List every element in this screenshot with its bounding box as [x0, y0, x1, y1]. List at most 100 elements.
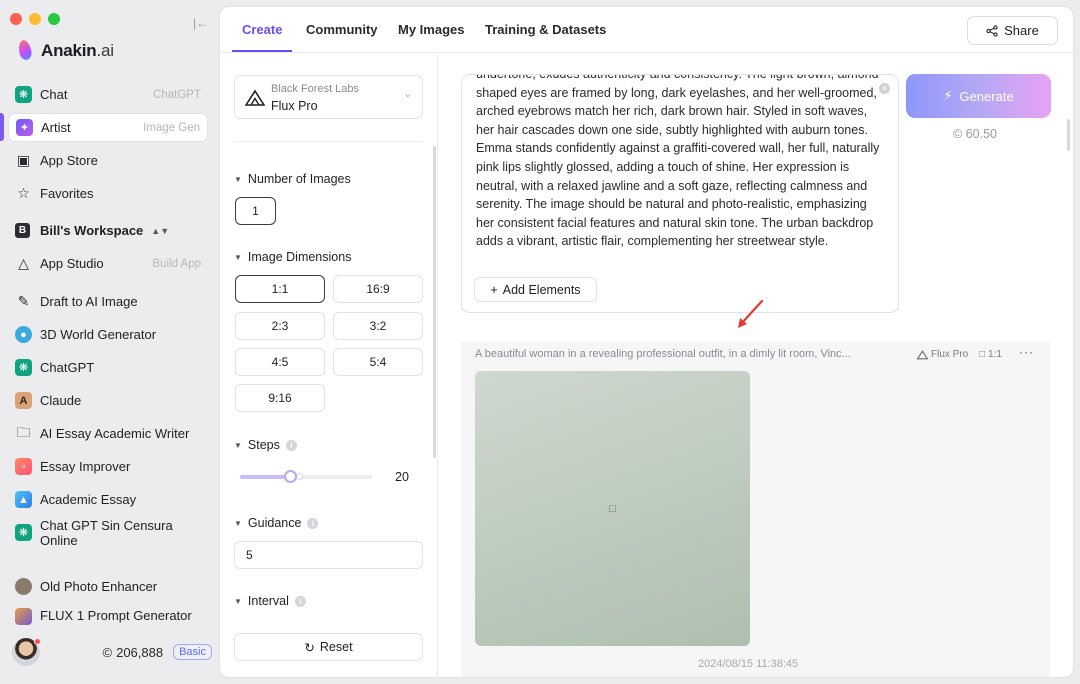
- sidebar-item-label: Old Photo Enhancer: [40, 579, 158, 594]
- sidebar-item-artist[interactable]: ✦ Artist Image Gen: [8, 113, 208, 142]
- info-icon[interactable]: i: [307, 517, 319, 529]
- result-ratio-tag: □ 1:1: [979, 349, 1002, 360]
- claude-icon: A: [15, 392, 32, 409]
- black-forest-labs-logo-icon: [917, 349, 928, 359]
- sidebar-item-label: App Store: [40, 153, 98, 168]
- reset-button[interactable]: ↻ Reset: [234, 633, 423, 661]
- model-selector[interactable]: Black Forest Labs Flux Pro ⌄: [234, 75, 423, 119]
- tab-create[interactable]: Create: [242, 22, 282, 37]
- brand-name: Anakin: [41, 41, 97, 60]
- tab-training-datasets[interactable]: Training & Datasets: [485, 22, 606, 37]
- collapse-caret-icon: ▼: [234, 440, 242, 450]
- add-elements-button[interactable]: + Add Elements: [474, 277, 597, 302]
- sidebar-item-app-studio[interactable]: △ App Studio Build App: [8, 249, 208, 278]
- sidebar-item-hint: Image Gen: [143, 121, 200, 134]
- chatgpt-icon: ❋: [15, 86, 32, 103]
- plan-badge[interactable]: Basic: [173, 644, 212, 660]
- sidebar-app-chatgpt[interactable]: ❋ ChatGPT: [8, 353, 208, 382]
- credit-icon: ©: [102, 644, 113, 660]
- prompt-text[interactable]: undertone, exudes authenticity and consi…: [476, 75, 886, 251]
- sidebar-app-old-photo-enhancer[interactable]: Old Photo Enhancer: [8, 572, 208, 601]
- ratio-option-1-1[interactable]: 1:1: [235, 275, 325, 303]
- app-store-icon: ▣: [16, 152, 31, 168]
- num-images-field[interactable]: 1: [235, 197, 276, 225]
- sidebar-item-label: Chat: [40, 87, 68, 102]
- result-ratio-value: 1:1: [988, 349, 1002, 360]
- ratio-option-3-2[interactable]: 3:2: [333, 312, 423, 340]
- tab-my-images[interactable]: My Images: [398, 22, 464, 37]
- tab-community[interactable]: Community: [306, 22, 378, 37]
- active-tab-underline: [232, 50, 292, 52]
- chevron-down-icon: ⌄: [403, 89, 412, 100]
- result-model-name: Flux Pro: [931, 349, 969, 360]
- generation-settings: Black Forest Labs Flux Pro ⌄ ▼ Number of…: [220, 54, 438, 677]
- user-bar: © 206,888 Basic: [12, 638, 212, 666]
- sparkle-icon: ⚡: [943, 88, 953, 103]
- folder-icon: 🗀: [16, 423, 31, 440]
- globe-icon: ●: [15, 326, 32, 343]
- info-icon[interactable]: i: [285, 439, 297, 451]
- sidebar-app-draft-to-ai-image[interactable]: ✎ Draft to AI Image: [8, 287, 208, 316]
- draft-icon: ✎: [17, 293, 30, 309]
- more-options-icon[interactable]: ···: [1019, 345, 1034, 359]
- model-name: Flux Pro: [271, 99, 318, 113]
- sidebar-app-ai-essay-academic-writer[interactable]: 🗀 AI Essay Academic Writer: [8, 419, 208, 448]
- workspace-name: Bill's Workspace: [40, 223, 144, 238]
- ratio-option-5-4[interactable]: 5:4: [333, 348, 423, 376]
- workspace-badge: B: [15, 223, 30, 238]
- workspace-switcher[interactable]: B Bill's Workspace ▲▼: [8, 216, 208, 245]
- result-prompt[interactable]: A beautiful woman in a revealing profess…: [475, 348, 880, 360]
- steps-slider-track[interactable]: [240, 475, 372, 479]
- guidance-input[interactable]: 5: [234, 541, 423, 569]
- avatar[interactable]: [12, 638, 41, 666]
- sidebar-item-label: Draft to AI Image: [40, 294, 138, 309]
- sidebar-app-claude[interactable]: A Claude: [8, 386, 208, 415]
- ratio-option-16-9[interactable]: 16:9: [333, 275, 423, 303]
- main-scrollbar[interactable]: [1067, 119, 1070, 151]
- sidebar-item-favorites[interactable]: ☆ Favorites: [8, 179, 208, 208]
- sidebar-item-label: Chat GPT Sin Censura Online: [40, 517, 173, 548]
- generate-button[interactable]: ⚡ Generate: [906, 74, 1051, 118]
- ratio-option-2-3[interactable]: 2:3: [235, 312, 325, 340]
- sidebar-app-flux-prompt-generator[interactable]: FLUX 1 Prompt Generator: [8, 604, 208, 626]
- generated-image-placeholder[interactable]: □: [475, 371, 750, 646]
- settings-scrollbar[interactable]: [433, 146, 436, 458]
- num-images-header[interactable]: ▼ Number of Images: [234, 172, 351, 186]
- sidebar-app-academic-essay[interactable]: ▲ Academic Essay: [8, 485, 208, 514]
- collapse-caret-icon: ▼: [234, 174, 242, 184]
- divider: [234, 141, 423, 142]
- clear-prompt-icon[interactable]: ✕: [879, 83, 890, 94]
- main-panel: Create Community My Images Training & Da…: [219, 6, 1074, 678]
- app-studio-icon: △: [18, 255, 29, 271]
- credit-balance: © 206,888 Basic: [102, 644, 212, 660]
- share-button[interactable]: Share: [967, 16, 1058, 45]
- interval-header[interactable]: ▼ Interval i: [234, 594, 306, 608]
- sidebar-item-chat[interactable]: ❋ Chat ChatGPT: [8, 80, 208, 109]
- sidebar-item-hint: ChatGPT: [153, 88, 201, 101]
- sidebar-item-label: Academic Essay: [40, 492, 137, 507]
- brand-suffix: .ai: [96, 41, 114, 60]
- dimensions-header[interactable]: ▼ Image Dimensions: [234, 250, 351, 264]
- chatgpt-icon: ❋: [15, 524, 32, 541]
- collapse-caret-icon: ▼: [234, 252, 242, 262]
- updown-caret-icon: ▲▼: [151, 225, 170, 236]
- info-icon[interactable]: i: [294, 595, 306, 607]
- steps-slider-thumb[interactable]: [284, 470, 298, 483]
- photo-icon: [15, 578, 32, 595]
- collapse-caret-icon: ▼: [234, 596, 242, 606]
- ratio-option-4-5[interactable]: 4:5: [235, 348, 325, 376]
- brand-logo[interactable]: Anakin.ai: [16, 40, 114, 62]
- sidebar-app-essay-improver[interactable]: ▫ Essay Improver: [8, 452, 208, 481]
- generate-label: Generate: [959, 88, 1014, 104]
- chatgpt-icon: ❋: [15, 359, 32, 376]
- prompt-textarea[interactable]: undertone, exudes authenticity and consi…: [461, 74, 899, 313]
- steps-header[interactable]: ▼ Steps i: [234, 438, 297, 452]
- guidance-header[interactable]: ▼ Guidance i: [234, 516, 319, 530]
- ratio-option-9-16[interactable]: 9:16: [235, 384, 325, 412]
- sidebar-item-app-store[interactable]: ▣ App Store: [8, 146, 208, 175]
- sidebar-app-3d-world-generator[interactable]: ● 3D World Generator: [8, 320, 208, 349]
- sidebar: Anakin.ai ❋ Chat ChatGPT ✦ Artist Image …: [0, 0, 218, 684]
- sidebar-item-label: Artist: [41, 120, 71, 135]
- sidebar-app-chat-gpt-sin-censura[interactable]: ❋ Chat GPT Sin Censura Online: [8, 517, 208, 548]
- result-model-tag: Flux Pro: [917, 349, 968, 360]
